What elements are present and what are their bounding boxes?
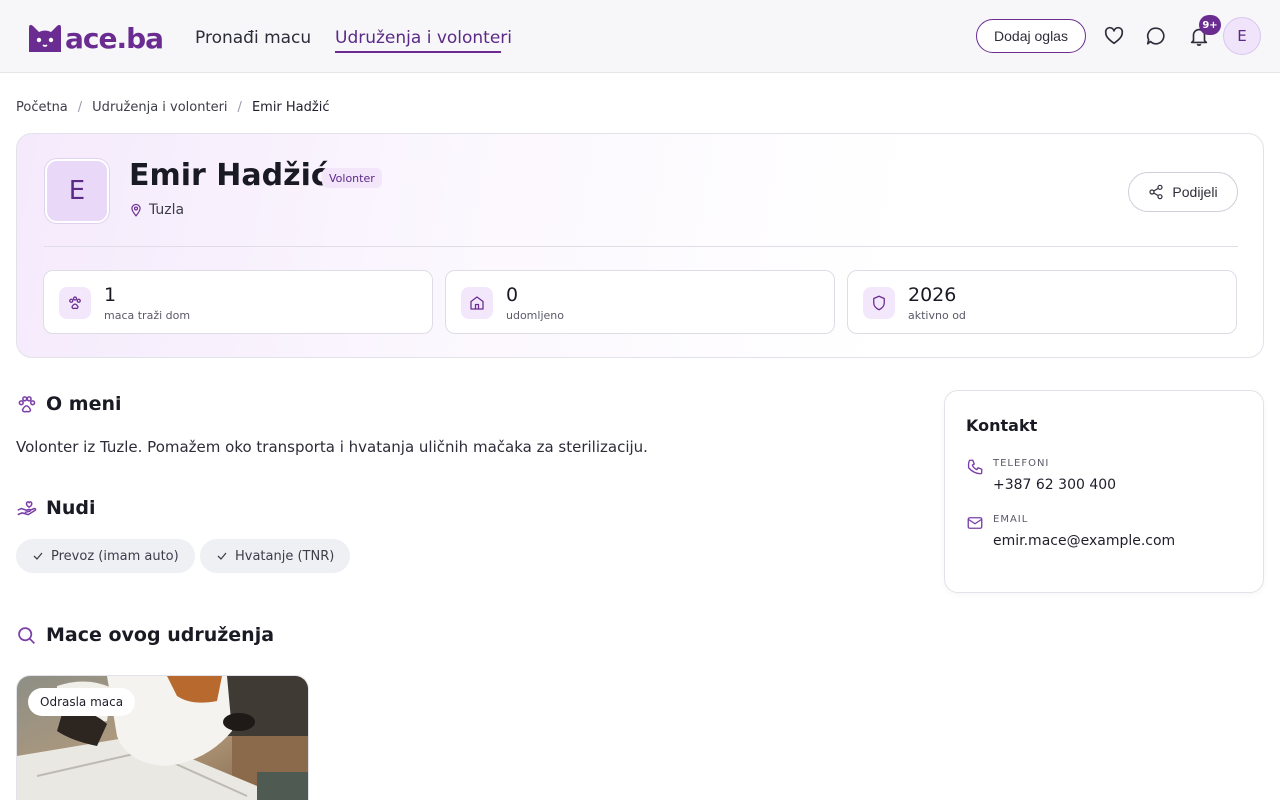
stat-active-since: 2026 aktivno od	[847, 270, 1237, 334]
phone-value-link[interactable]: +387 62 300 400	[993, 477, 1116, 493]
offer-chip-label: Hvatanje (TNR)	[235, 548, 335, 564]
stat-label: maca traži dom	[104, 309, 191, 322]
offer-chip: Prevoz (imam auto)	[16, 539, 195, 573]
location-pin-icon	[131, 203, 141, 217]
breadcrumb-associations[interactable]: Udruženja i volonteri	[92, 100, 227, 115]
offers-section-title: Nudi	[16, 497, 96, 519]
profile-card: E Emir Hadžić Volonter Tuzla Podijeli 1 …	[16, 133, 1264, 358]
cat-age-badge: Odrasla maca	[28, 688, 136, 716]
breadcrumb-separator: /	[77, 100, 83, 115]
cat-card[interactable]: Odrasla maca	[16, 675, 309, 800]
about-title-text: O meni	[46, 393, 122, 415]
about-section-title: O meni	[16, 393, 122, 415]
chat-icon[interactable]	[1145, 25, 1167, 47]
user-avatar[interactable]: E	[1223, 17, 1261, 55]
email-label: EMAIL	[993, 514, 1029, 525]
breadcrumb-current: Emir Hadžić	[251, 100, 330, 115]
heart-icon[interactable]	[1103, 25, 1125, 47]
breadcrumb: Početna / Udruženja i volonteri / Emir H…	[16, 100, 329, 115]
home-icon	[461, 287, 493, 319]
logo-text: ace.ba	[65, 22, 164, 55]
nav-find-cat[interactable]: Pronađi macu	[195, 28, 311, 48]
about-text: Volonter iz Tuzle. Pomažem oko transport…	[16, 438, 648, 456]
contact-phone: TELEFONI +387 62 300 400	[966, 458, 1246, 498]
profile-name: Emir Hadžić	[129, 158, 329, 193]
phone-label: TELEFONI	[993, 458, 1050, 469]
add-listing-button[interactable]: Dodaj oglas	[976, 19, 1086, 53]
stat-cats-looking-home: 1 maca traži dom	[43, 270, 433, 334]
stat-label: aktivno od	[908, 309, 966, 322]
contact-email: EMAIL emir.mace@example.com	[966, 514, 1246, 554]
role-badge: Volonter	[322, 168, 382, 188]
location-text: Tuzla	[149, 202, 185, 218]
email-value-link[interactable]: emir.mace@example.com	[993, 533, 1175, 549]
paw-icon	[59, 287, 91, 319]
share-button[interactable]: Podijeli	[1128, 172, 1238, 212]
profile-avatar: E	[45, 159, 109, 223]
share-label: Podijeli	[1172, 184, 1218, 200]
stat-value: 0	[506, 284, 519, 306]
paw-icon	[18, 395, 36, 412]
stat-value: 1	[104, 284, 117, 306]
stat-label: udomljeno	[506, 309, 564, 322]
stat-value: 2026	[908, 284, 957, 306]
share-icon	[1149, 184, 1164, 200]
mail-icon	[967, 517, 983, 529]
search-icon	[18, 626, 35, 644]
contact-title: Kontakt	[966, 416, 1038, 435]
breadcrumb-home[interactable]: Početna	[16, 100, 68, 115]
check-icon	[217, 552, 227, 560]
helping-hand-icon	[17, 500, 37, 515]
logo-cat-m-icon	[29, 24, 61, 52]
offers-title-text: Nudi	[46, 497, 96, 519]
contact-card: Kontakt TELEFONI +387 62 300 400 EMAIL e…	[944, 390, 1264, 593]
nav-active-underline	[335, 51, 501, 53]
site-logo[interactable]: ace.ba	[26, 18, 164, 55]
cats-title-text: Mace ovog udruženja	[46, 624, 275, 646]
profile-location: Tuzla	[129, 202, 184, 218]
offer-chip: Hvatanje (TNR)	[200, 539, 351, 573]
top-navbar: ace.ba Pronađi macu Udruženja i volonter…	[0, 0, 1280, 73]
offer-chip-label: Prevoz (imam auto)	[51, 548, 179, 564]
profile-divider	[44, 246, 1238, 247]
phone-icon	[967, 459, 983, 475]
notification-count-badge: 9+	[1199, 15, 1221, 35]
check-icon	[33, 552, 43, 560]
stat-adopted: 0 udomljeno	[445, 270, 835, 334]
nav-associations-volunteers[interactable]: Udruženja i volonteri	[335, 28, 512, 48]
cats-section-title: Mace ovog udruženja	[16, 624, 274, 646]
shield-icon	[863, 287, 895, 319]
breadcrumb-separator: /	[237, 100, 242, 115]
